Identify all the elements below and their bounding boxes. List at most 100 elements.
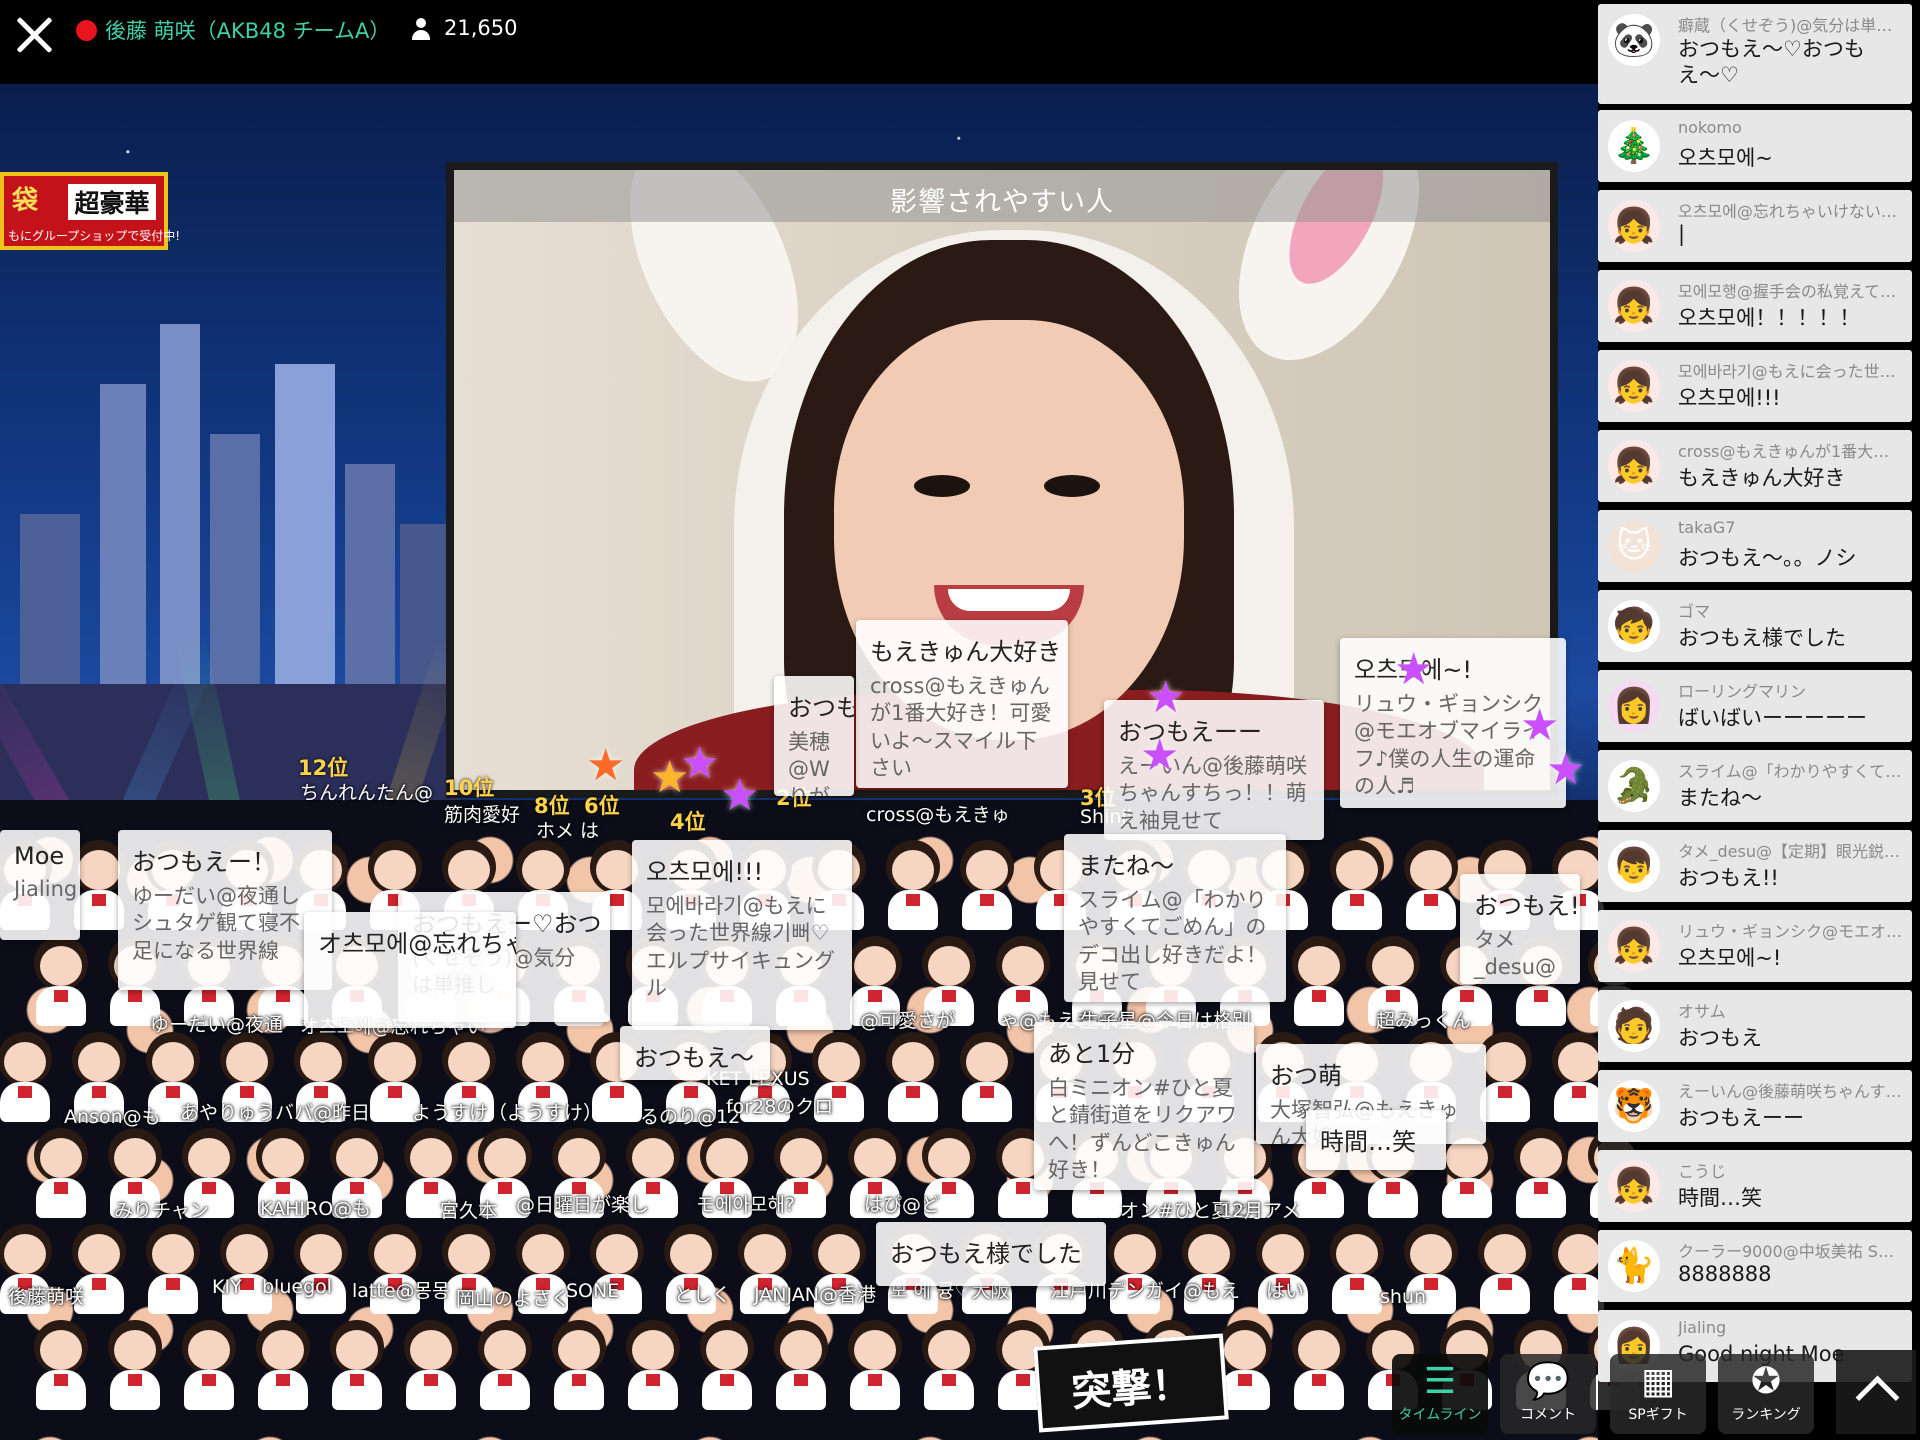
cat-avatar-icon: 🐱	[1608, 520, 1660, 572]
timeline-comment[interactable]: 👧 cross@もえきゅんが1番大… もえきゅん大好き	[1598, 430, 1912, 502]
timeline-comment[interactable]: 🐯 えーいん@後藤萌咲ちゃんす… おつもえーー	[1598, 1070, 1912, 1142]
viewer-username: Anson@も	[64, 1106, 161, 1128]
christmas-tree-avatar-icon: 🎄	[1608, 120, 1660, 172]
crowd-avatar	[174, 1320, 244, 1410]
crowd-avatar	[952, 1032, 1022, 1122]
dock-button-sp-gift[interactable]: ▦ SPギフト	[1610, 1354, 1706, 1434]
timeline-comment-text: おつもえ!!	[1678, 866, 1779, 890]
boy-avatar-icon: 🧑	[1608, 1000, 1660, 1052]
timeline-username: ゴマ	[1678, 602, 1711, 621]
comment-card-title: もえきゅん大好き	[870, 638, 1062, 666]
dock-button-timeline[interactable]: ☰ タイムライン	[1392, 1354, 1488, 1434]
timeline-username: takaG7	[1678, 518, 1736, 537]
floating-comment-card: おつもえ様でした	[876, 1222, 1106, 1286]
comment-card-title: またね〜	[1078, 852, 1174, 880]
close-icon[interactable]	[14, 14, 54, 54]
idol-avatar-icon: 👧	[1608, 920, 1660, 972]
crowd-avatar	[212, 1224, 282, 1314]
idol-avatar-icon: 👧	[1608, 440, 1660, 492]
dock-label: SPギフト	[1628, 1407, 1688, 1423]
crowd-avatar	[0, 1032, 60, 1122]
comment-card-body: cross@もえきゅんが1番大好き！可愛いよ〜スマイル下さい	[870, 674, 1052, 780]
rank-label: 8位	[534, 794, 570, 818]
timeline-username: 오츠모에@忘れちゃいけない…	[1678, 202, 1897, 221]
timeline-comment[interactable]: 🐱 takaG7 おつもえ〜。。ノシ	[1598, 510, 1912, 582]
star-icon: ★	[720, 770, 760, 821]
timeline-comment[interactable]: 🐼 癖蔵（くせぞう)@気分は単推し おつもえ〜♡おつもえ〜♡	[1598, 4, 1912, 104]
crowd-avatar	[1322, 840, 1392, 930]
comment-card-body: スライム@「わかりやすくてごめん」のデコ出し好きだよ！見せて	[1078, 888, 1267, 994]
timeline-comment[interactable]: 🧑 オサム おつもえ	[1598, 990, 1912, 1062]
viewer-username: JANJAN@香港	[754, 1284, 876, 1306]
crowd-avatar	[26, 1128, 96, 1218]
banner-tag: 超豪華	[68, 184, 156, 220]
timeline-comment-text: |	[1678, 222, 1686, 246]
viewer-username: 12月アメ	[1220, 1200, 1301, 1222]
eye	[1044, 475, 1100, 497]
viewer-username: @可愛さが	[860, 1010, 956, 1032]
promo-banner[interactable]: 袋 超豪華 もにグループショップで受付中!	[0, 172, 180, 250]
floating-comment-card: またね〜スライム@「わかりやすくてごめん」のデコ出し好きだよ！見せて	[1064, 834, 1286, 1002]
viewer-count: 21,650	[444, 16, 518, 40]
timeline-username: スライム@「わかりやすくて…	[1678, 762, 1902, 781]
video-caption: 影響されやすい人	[454, 170, 1550, 222]
timeline-comment-text: おつもえーー	[1678, 1106, 1804, 1130]
viewer-username: for28のクロ	[726, 1096, 834, 1118]
timeline-comment[interactable]: 👧 リュウ・ギョンシク@モエオ… 오츠모에~!	[1598, 910, 1912, 982]
crowd-avatar	[878, 840, 948, 930]
crowd-avatar	[952, 840, 1022, 930]
idol-avatar-icon: 👧	[1608, 1160, 1660, 1212]
crowd-avatar	[26, 936, 96, 1026]
crowd-avatar	[26, 1320, 96, 1410]
floating-comment-card: もえきゅん大好き cross@もえきゅんが1番大好き！可愛いよ〜スマイル下さい	[856, 620, 1068, 788]
city-skyline-illustration	[0, 324, 460, 804]
scroll-to-top-button[interactable]	[1836, 1350, 1916, 1434]
dock-label: ランキング	[1731, 1407, 1801, 1423]
comment-card-title: おつも	[788, 694, 854, 722]
timeline-username: nokomo	[1678, 118, 1742, 137]
viewer-icon	[410, 18, 432, 42]
viewer-username: cross@もえきゅ	[866, 804, 1010, 826]
dock-button-comment[interactable]: 💬 コメント	[1500, 1354, 1596, 1434]
timeline-comment[interactable]: 🎄 nokomo 오츠모에~	[1598, 110, 1912, 182]
comment-icon: 💬	[1525, 1361, 1571, 1402]
comment-card-title: おつもえー！	[132, 848, 276, 876]
timeline-comment[interactable]: 👧 こうじ 時間…笑	[1598, 1150, 1912, 1222]
timeline-comment[interactable]: 🧒 ゴマ おつもえ様でした	[1598, 590, 1912, 662]
timeline-icon: ☰	[1423, 1361, 1457, 1402]
comment-timeline[interactable]: 🐼 癖蔵（くせぞう)@気分は単推し おつもえ〜♡おつもえ〜♡ 🎄 nokomo 오츠모에~…	[1598, 0, 1920, 1440]
timeline-comment-text: おつもえ	[1678, 1026, 1762, 1050]
timeline-comment-text: おつもえ〜。。ノシ	[1678, 546, 1857, 570]
crowd-avatar	[1284, 1320, 1354, 1410]
comment-card-body: タメ_desu@【定期】眼光	[1474, 928, 1558, 984]
gift-stamp-text: 突撃！	[1069, 1361, 1193, 1417]
crowd-avatar	[1470, 1224, 1540, 1314]
timeline-comment[interactable]: 🐈 クーラー9000@中坂美祐 S… 8888888	[1598, 1230, 1912, 1302]
timeline-comment[interactable]: 👩 ローリングマリン ばいばいーーーーー	[1598, 670, 1912, 742]
timeline-comment[interactable]: 🐊 スライム@「わかりやすくて… またね〜	[1598, 750, 1912, 822]
star-icon: ★	[680, 738, 720, 789]
viewer-username: shun	[1380, 1286, 1427, 1308]
timeline-comment-text: おつもえ様でした	[1678, 626, 1846, 650]
live-indicator-icon	[76, 20, 97, 41]
dock-button-ranking[interactable]: ✪ ランキング	[1718, 1354, 1814, 1434]
top-bar: 後藤 萌咲（AKB48 チームA） 21,650	[0, 0, 1598, 84]
crowd-avatar	[840, 1320, 910, 1410]
crowd-avatar	[470, 1320, 540, 1410]
comment-card-title: 時間…笑	[1320, 1128, 1416, 1156]
viewer-username: ゆーだい@夜通	[150, 1014, 284, 1036]
timeline-comment[interactable]: 👧 모에바라기@もえに会った世… 오츠모에!!!	[1598, 350, 1912, 422]
sp-gift-icon: ▦	[1640, 1361, 1675, 1402]
timeline-username: ローリングマリン	[1678, 682, 1807, 701]
comment-card-title: Moe	[14, 842, 65, 870]
timeline-comment[interactable]: 👧 모에모행@握手会の私覚えて… 오츠모에！！！！！	[1598, 270, 1912, 342]
viewer-username: みりチャン	[114, 1200, 209, 1222]
timeline-comment-text: 오츠모에！！！！！	[1678, 306, 1861, 330]
viewer-username: ホメ は	[536, 820, 600, 842]
timeline-comment[interactable]: 👦 タメ_desu@【定期】眼光鋭… おつもえ!!	[1598, 830, 1912, 902]
timeline-comment-text: もえきゅん大好き	[1678, 466, 1846, 490]
crocodile-avatar-icon: 🐊	[1608, 760, 1660, 812]
timeline-username: 모에모행@握手会の私覚えて…	[1678, 282, 1897, 301]
crowd-avatar	[878, 1032, 948, 1122]
timeline-comment[interactable]: 👧 오츠모에@忘れちゃいけない… |	[1598, 190, 1912, 262]
